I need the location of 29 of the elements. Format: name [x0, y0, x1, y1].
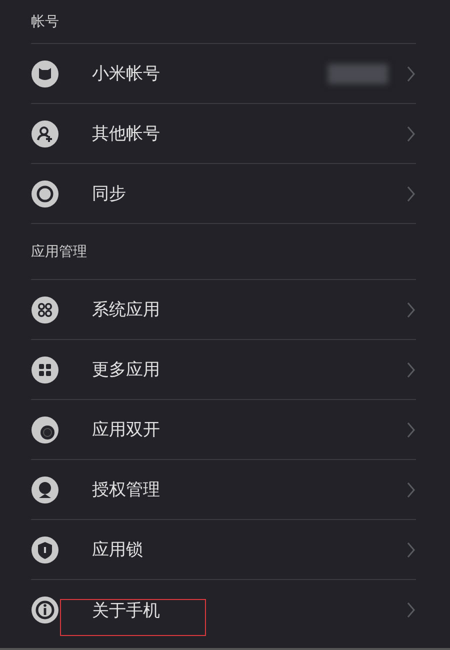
- rings-icon: [31, 296, 59, 324]
- info-icon: [31, 596, 59, 624]
- section-header: 帐号: [31, 12, 59, 30]
- settings-item[interactable]: 关于手机: [92, 598, 406, 622]
- dual-icon: [31, 416, 59, 444]
- chevron-icon: [406, 420, 416, 438]
- settings-item[interactable]: 应用锁: [92, 538, 406, 561]
- sync-icon: [31, 180, 59, 208]
- chevron-icon: [406, 480, 416, 498]
- chevron-icon: [406, 601, 416, 619]
- chevron-icon: [406, 64, 416, 82]
- chevron-icon: [406, 124, 416, 142]
- chevron-icon: [406, 540, 416, 558]
- settings-item[interactable]: 授权管理: [92, 478, 406, 501]
- settings-item[interactable]: 同步: [92, 182, 406, 205]
- bear-icon: [31, 60, 59, 88]
- settings-item[interactable]: 系统应用: [92, 298, 406, 321]
- section-header: 应用管理: [31, 242, 87, 260]
- chevron-icon: [406, 300, 416, 318]
- shield-icon: [31, 536, 59, 564]
- settings-item[interactable]: 小米帐号: [92, 62, 328, 85]
- chevron-icon: [406, 184, 416, 202]
- chevron-icon: [406, 360, 416, 378]
- settings-item[interactable]: 应用双开: [92, 418, 406, 441]
- settings-item[interactable]: 其他帐号: [92, 122, 406, 145]
- badge-icon: [31, 476, 59, 504]
- person-icon: [31, 120, 59, 148]
- settings-item[interactable]: 更多应用: [92, 358, 406, 381]
- squares-icon: [31, 356, 59, 384]
